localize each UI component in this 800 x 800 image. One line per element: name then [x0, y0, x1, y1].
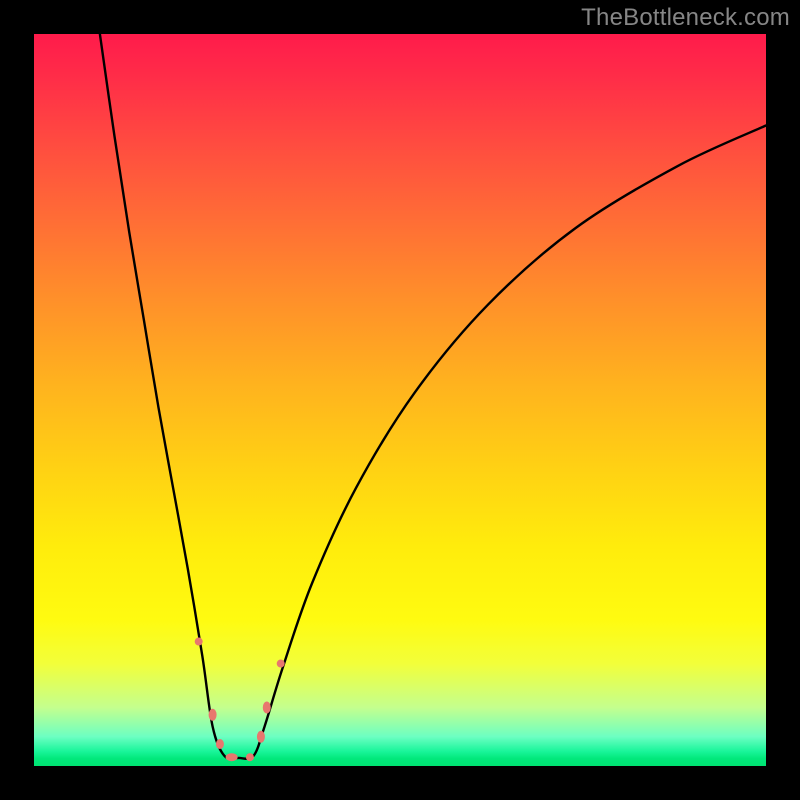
marker-left-upper [195, 638, 203, 646]
marker-right-lower [257, 731, 265, 743]
marker-floor-left [226, 753, 238, 761]
watermark-text: TheBottleneck.com [581, 4, 790, 32]
marker-right-upper [277, 660, 285, 668]
marker-left-lower [216, 739, 224, 749]
marker-left-mid [209, 709, 217, 721]
chart-svg [34, 34, 766, 766]
curve-group [100, 34, 766, 759]
bottleneck-curve [100, 34, 766, 759]
marker-right-mid [263, 701, 271, 713]
chart-frame: TheBottleneck.com [0, 0, 800, 800]
marker-floor-right [246, 753, 254, 761]
plot-area [34, 34, 766, 766]
